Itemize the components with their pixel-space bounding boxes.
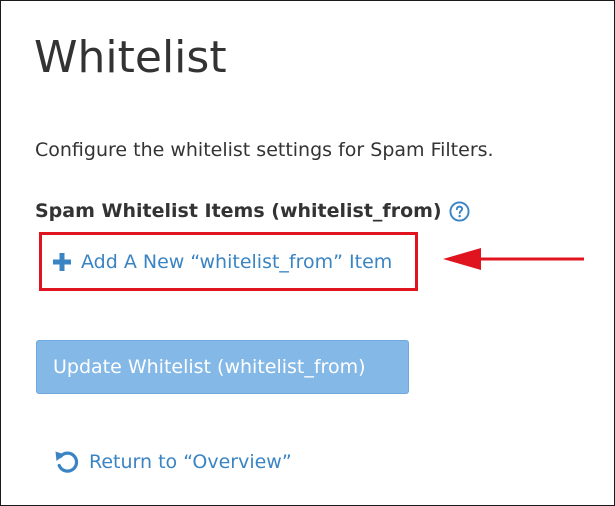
page-title: Whitelist bbox=[34, 32, 227, 83]
page-description: Configure the whitelist settings for Spa… bbox=[35, 139, 494, 161]
help-icon[interactable] bbox=[449, 200, 470, 222]
section-heading-label: Spam Whitelist Items (whitelist_from) bbox=[35, 200, 442, 222]
return-to-overview-label: Return to “Overview” bbox=[89, 451, 292, 473]
annotation-arrow-icon bbox=[443, 248, 584, 270]
screenshot-frame: Whitelist Configure the whitelist settin… bbox=[0, 0, 615, 506]
return-to-overview-link[interactable]: Return to “Overview” bbox=[53, 448, 292, 476]
undo-icon bbox=[55, 451, 79, 473]
add-new-item-label: Add A New “whitelist_from” Item bbox=[81, 251, 393, 273]
section-heading: Spam Whitelist Items (whitelist_from) bbox=[35, 198, 470, 224]
plus-icon bbox=[53, 253, 71, 271]
add-new-item-link[interactable]: Add A New “whitelist_from” Item bbox=[52, 249, 392, 275]
update-whitelist-button[interactable]: Update Whitelist (whitelist_from) bbox=[36, 340, 409, 394]
